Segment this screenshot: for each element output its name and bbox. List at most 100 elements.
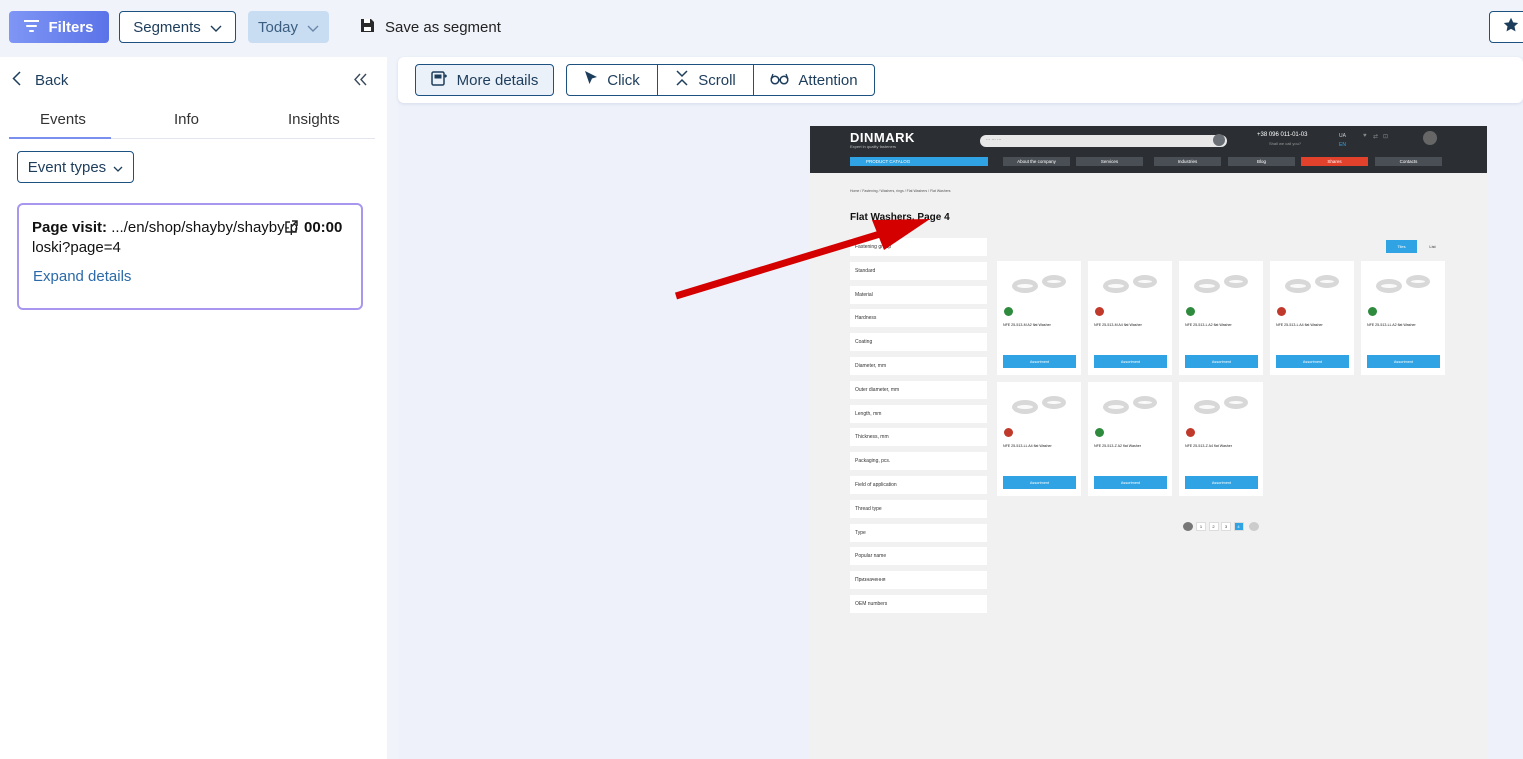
site-filter-item[interactable]: Fastening group: [850, 238, 987, 256]
site-logo[interactable]: DINMARK: [850, 130, 915, 145]
site-filter-item[interactable]: Призначення: [850, 571, 987, 590]
lang-ua[interactable]: UA: [1339, 132, 1346, 141]
site-product-card[interactable]: NFE 25-513-M A4 flat Washer Assortment: [1088, 261, 1172, 375]
site-filter-item[interactable]: Coating: [850, 333, 987, 352]
page-number-button[interactable]: 2: [1208, 522, 1219, 531]
site-product-card[interactable]: NFE 25-513-LL A2 flat Washer Assortment: [1361, 261, 1445, 375]
tiles-view-button[interactable]: Tiles: [1386, 240, 1417, 253]
page-next-icon[interactable]: [1249, 522, 1259, 531]
washer-image: [1376, 279, 1402, 293]
site-search-input[interactable]: ... ... ...: [980, 134, 1227, 147]
site-filter-item[interactable]: Thread type: [850, 499, 987, 518]
heart-icon[interactable]: ♥: [1363, 133, 1367, 139]
site-filter-item[interactable]: Diameter, mm: [850, 357, 987, 375]
site-nav-about[interactable]: About the company: [1003, 157, 1070, 166]
product-name[interactable]: NFE 25-513-Z A4 flat Washer: [1185, 444, 1232, 448]
lang-en[interactable]: EN: [1339, 141, 1346, 150]
site-filter-item[interactable]: Length, mm: [850, 404, 987, 423]
site-filter-item[interactable]: Popular name: [850, 547, 987, 566]
assortment-button[interactable]: Assortment: [1185, 355, 1258, 368]
star-icon: [1503, 17, 1519, 38]
product-name[interactable]: NFE 25-513-LL A2 flat Washer: [1367, 323, 1416, 327]
product-name[interactable]: NFE 25-513-L A2 flat Washer: [1185, 323, 1232, 327]
tab-insights[interactable]: Insights: [288, 111, 340, 128]
site-nav-industries[interactable]: Industries: [1154, 157, 1221, 166]
scroll-label: Scroll: [698, 71, 736, 89]
compare-icon[interactable]: ⇄: [1373, 133, 1378, 140]
save-as-segment-button[interactable]: Save as segment: [360, 11, 501, 43]
cart-icon[interactable]: ⊡: [1383, 133, 1388, 140]
site-product-card[interactable]: NFE 25-513-Z A4 flat Washer Assortment: [1179, 382, 1263, 496]
more-details-button[interactable]: More details: [415, 64, 554, 96]
site-breadcrumb[interactable]: Home / Fastening / Washers, rings / Flat…: [850, 189, 951, 193]
site-filter-item[interactable]: OEM numbers: [850, 595, 987, 613]
active-tab-indicator: [9, 137, 111, 139]
site-product-card[interactable]: NFE 25-513-LL A4 flat Washer Assortment: [997, 382, 1081, 496]
site-filter-item[interactable]: Type: [850, 523, 987, 542]
assortment-button[interactable]: Assortment: [1367, 355, 1440, 368]
segments-button[interactable]: Segments: [119, 11, 236, 43]
site-language-switch[interactable]: UA EN: [1339, 132, 1346, 150]
list-view-button[interactable]: List: [1420, 240, 1445, 253]
site-filter-item[interactable]: Standard: [850, 261, 987, 280]
filter-lines-icon: [23, 19, 41, 36]
favorite-button[interactable]: [1489, 11, 1523, 43]
click-label: Click: [607, 71, 640, 89]
click-heatmap-button[interactable]: Click: [566, 64, 658, 96]
product-name[interactable]: NFE 25-513-M A4 flat Washer: [1094, 323, 1142, 327]
tab-info[interactable]: Info: [174, 111, 199, 128]
event-types-dropdown[interactable]: Event types: [17, 151, 134, 183]
washer-image: [1042, 275, 1066, 288]
assortment-button[interactable]: Assortment: [1185, 476, 1258, 489]
chevron-down-icon: [307, 19, 319, 36]
site-nav-contacts[interactable]: Contacts: [1375, 157, 1442, 166]
page-number-button[interactable]: 1: [1196, 522, 1206, 531]
events-panel: Back Events Info Insights Event types Pa…: [0, 57, 387, 759]
page-visit-event-card[interactable]: Page visit: .../en/shop/shayby/shayby-p …: [17, 203, 363, 310]
site-nav-shares[interactable]: Shares: [1301, 157, 1368, 166]
site-product-card[interactable]: NFE 25-513-M A2 flat Washer Assortment: [997, 261, 1081, 375]
site-filter-item[interactable]: Field of application: [850, 476, 987, 494]
site-nav-services[interactable]: Services: [1076, 157, 1143, 166]
product-name[interactable]: NFE 25-513-M A2 flat Washer: [1003, 323, 1051, 327]
scroll-heatmap-button[interactable]: Scroll: [657, 64, 754, 96]
page-number-button[interactable]: 3: [1221, 522, 1231, 531]
attention-heatmap-button[interactable]: Attention: [753, 64, 875, 96]
event-types-label: Event types: [27, 158, 107, 176]
site-product-card[interactable]: NFE 25-513-Z A2 flat Washer Assortment: [1088, 382, 1172, 496]
user-account-icon[interactable]: [1423, 131, 1437, 145]
segments-label: Segments: [133, 18, 201, 36]
site-nav-blog[interactable]: Blog: [1228, 157, 1295, 166]
assortment-button[interactable]: Assortment: [1094, 355, 1167, 368]
product-name[interactable]: NFE 25-513-LL A4 flat Washer: [1003, 444, 1052, 448]
material-badge-icon: [1368, 307, 1377, 316]
site-phone[interactable]: +38 096 011-01-03: [1257, 132, 1307, 138]
back-button[interactable]: Back: [12, 71, 68, 90]
assortment-button[interactable]: Assortment: [1003, 355, 1076, 368]
product-name[interactable]: NFE 25-513-Z A2 flat Washer: [1094, 444, 1141, 448]
filters-button[interactable]: Filters: [9, 11, 109, 43]
site-filter-item[interactable]: Outer diameter, mm: [850, 380, 987, 399]
site-filter-item[interactable]: Hardness: [850, 309, 987, 328]
collapse-panel-button[interactable]: [354, 70, 367, 91]
site-callback-link[interactable]: Shall we call you?: [1269, 141, 1301, 146]
site-product-card[interactable]: NFE 25-513-L A2 flat Washer Assortment: [1179, 261, 1263, 375]
external-link-icon[interactable]: [284, 220, 298, 237]
assortment-button[interactable]: Assortment: [1003, 476, 1076, 489]
product-name[interactable]: NFE 25-513-L A4 flat Washer: [1276, 323, 1323, 327]
site-filter-item[interactable]: Material: [850, 285, 987, 304]
assortment-button[interactable]: Assortment: [1094, 476, 1167, 489]
site-product-card[interactable]: NFE 25-513-L A4 flat Washer Assortment: [1270, 261, 1354, 375]
site-product-catalog-button[interactable]: PRODUCT CATALOG: [850, 157, 988, 166]
today-date-button[interactable]: Today: [248, 11, 329, 43]
site-filter-item[interactable]: Thickness, mm: [850, 428, 987, 447]
page-number-button[interactable]: 4: [1233, 522, 1244, 531]
tab-events[interactable]: Events: [40, 111, 86, 128]
panel-tabs: Events Info Insights: [9, 103, 375, 139]
site-filter-item[interactable]: Packaging, pcs.: [850, 452, 987, 471]
search-icon[interactable]: [1213, 134, 1225, 146]
assortment-button[interactable]: Assortment: [1276, 355, 1349, 368]
page-prev-icon[interactable]: [1183, 522, 1193, 531]
expand-details-link[interactable]: Expand details: [33, 268, 131, 285]
washer-image: [1315, 275, 1339, 288]
